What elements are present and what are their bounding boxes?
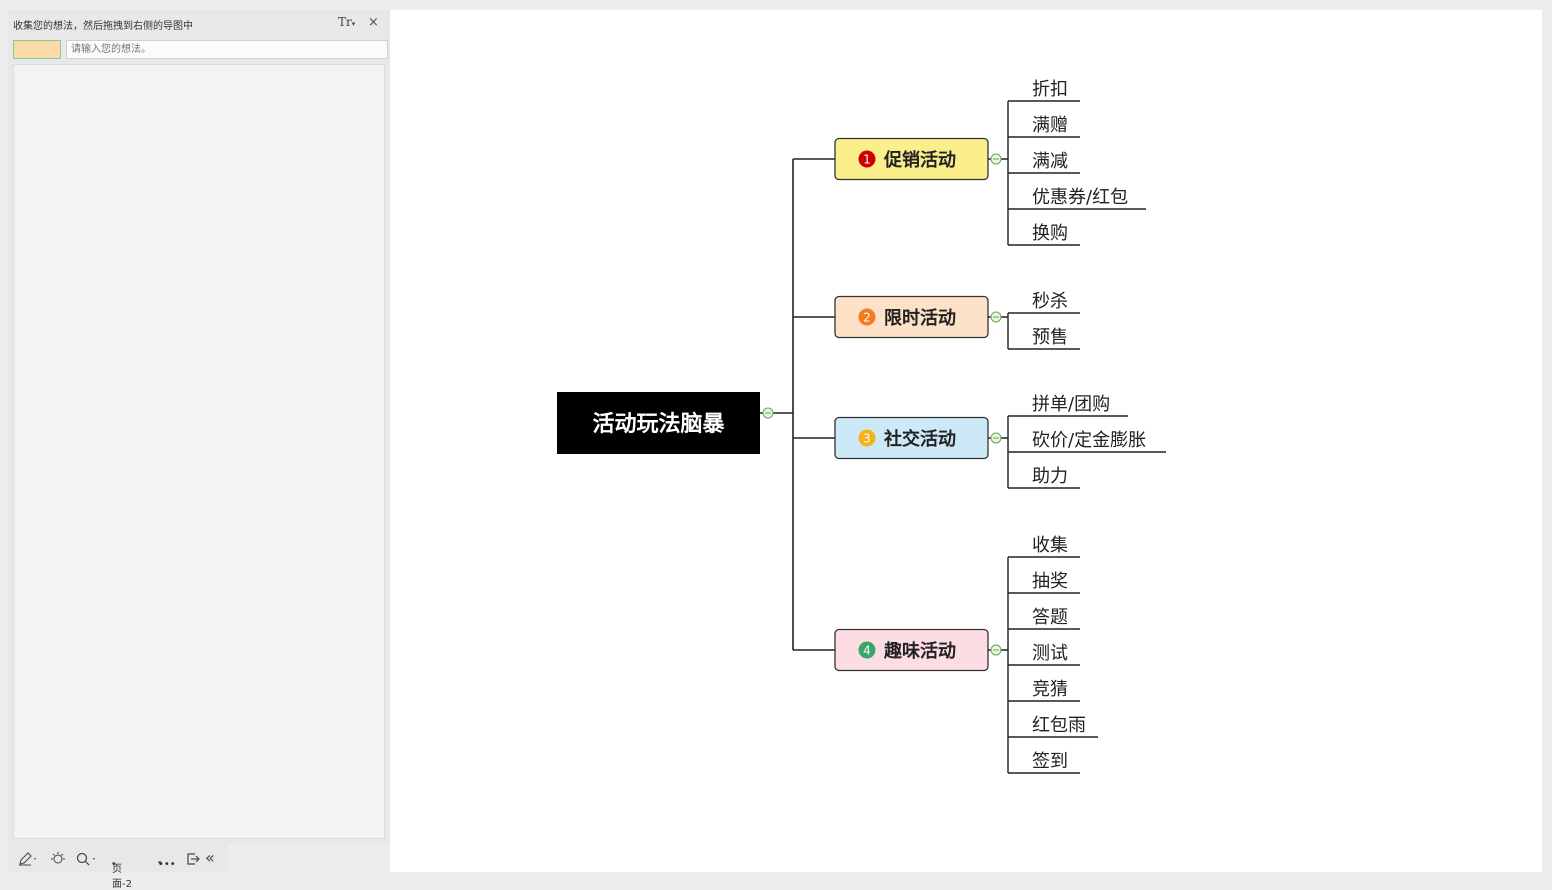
- leaf-node-label: 拼单/团购: [1032, 394, 1110, 415]
- leaf-node-label: 抽奖: [1032, 571, 1068, 592]
- leaf-node[interactable]: 红包雨: [1008, 715, 1098, 738]
- page-dropdown-arrow: ▾: [112, 860, 116, 868]
- more-dropdown-arrow: ▾: [158, 859, 162, 867]
- leaf-node-label: 换购: [1032, 223, 1068, 244]
- close-panel-button[interactable]: ×: [368, 15, 379, 30]
- leaf-node[interactable]: 换购: [1008, 223, 1080, 246]
- leaf-node[interactable]: 砍价/定金膨胀: [1008, 430, 1166, 453]
- leaf-node[interactable]: 秒杀: [1008, 291, 1080, 314]
- mindmap-canvas[interactable]: 活动玩法脑暴 1 促销活动 折扣满赠满减优惠券/红包 换购 2 限时活动 秒杀预售 3 社交活动 拼…: [390, 10, 1542, 872]
- idea-input[interactable]: [66, 40, 388, 59]
- leaf-node-label: 折扣: [1032, 79, 1068, 100]
- leaf-node[interactable]: 满减: [1008, 151, 1080, 174]
- idea-color-swatch[interactable]: [13, 40, 61, 59]
- pen-tool-button[interactable]: [18, 852, 38, 869]
- branch-node-label: 促销活动: [883, 149, 956, 171]
- leaf-node[interactable]: 满赠: [1008, 115, 1080, 138]
- bottom-toolbar: 页面-2 ▾ ••• ▾ «: [8, 845, 228, 890]
- root-node[interactable]: 活动玩法脑暴: [557, 392, 760, 454]
- leaf-node[interactable]: 测试: [1008, 643, 1080, 666]
- search-icon: [76, 852, 95, 866]
- leaf-node-label: 满减: [1032, 151, 1068, 172]
- leaf-node-label: 竞猜: [1032, 679, 1068, 700]
- branch-node-4[interactable]: 4 趣味活动: [834, 628, 989, 672]
- collapse-panel-button[interactable]: «: [205, 848, 215, 867]
- leaf-node-label: 收集: [1032, 535, 1068, 556]
- leaf-node[interactable]: 折扣: [1008, 79, 1080, 102]
- branch-node-label: 限时活动: [884, 307, 956, 329]
- priority-badge-number: 2: [863, 311, 871, 325]
- leaf-node-label: 预售: [1032, 327, 1068, 348]
- font-icon: Tr: [338, 15, 352, 29]
- branch-node-1[interactable]: 1 促销活动: [834, 137, 989, 181]
- leaf-node[interactable]: 助力: [1008, 466, 1080, 489]
- font-size-button[interactable]: Tr▾: [338, 15, 355, 29]
- leaf-node[interactable]: 收集: [1008, 535, 1080, 558]
- pen-icon: [19, 852, 36, 866]
- zoom-button[interactable]: [76, 852, 98, 869]
- leaf-node[interactable]: 预售: [1008, 327, 1080, 350]
- leaf-node[interactable]: 答题: [1008, 607, 1080, 630]
- priority-badge-number: 1: [863, 153, 871, 167]
- leaf-node[interactable]: 优惠券/红包: [1008, 187, 1146, 210]
- font-dropdown-arrow: ▾: [351, 20, 356, 28]
- mindmap-svg: 活动玩法脑暴 1 促销活动 折扣满赠满减优惠券/红包换购 2 限时活动 秒杀预售 3 社交活动 拼…: [557, 79, 1166, 774]
- leaf-node-label: 答题: [1032, 607, 1068, 628]
- branch-node-2[interactable]: 2 限时活动: [834, 295, 989, 339]
- idea-bulb-button[interactable]: [51, 852, 65, 869]
- idea-panel-header: 收集您的想法，然后拖拽到右侧的导图中 Tr▾ ×: [8, 10, 390, 36]
- leaf-node-label: 砍价/定金膨胀: [1032, 430, 1146, 451]
- leaf-node-label: 满赠: [1032, 115, 1068, 136]
- leaf-node[interactable]: 抽奖: [1008, 571, 1080, 594]
- export-button[interactable]: [186, 852, 200, 869]
- export-icon: [187, 853, 200, 865]
- leaf-node-label: 签到: [1032, 751, 1068, 772]
- leaf-node[interactable]: 拼单/团购: [1008, 394, 1128, 417]
- branch-node-label: 社交活动: [884, 428, 956, 450]
- leaf-node-label: 红包雨: [1032, 715, 1086, 736]
- branch-node-label: 趣味活动: [883, 640, 956, 662]
- idea-panel: 收集您的想法，然后拖拽到右侧的导图中 Tr▾ ×: [8, 10, 390, 845]
- root-node-label: 活动玩法脑暴: [592, 411, 725, 437]
- priority-badge-number: 4: [863, 644, 871, 658]
- idea-panel-title: 收集您的想法，然后拖拽到右侧的导图中: [13, 21, 193, 32]
- leaf-node[interactable]: 签到: [1008, 751, 1080, 774]
- leaf-node[interactable]: 竞猜: [1008, 679, 1080, 702]
- priority-badge-number: 3: [863, 432, 871, 446]
- idea-list[interactable]: [13, 64, 385, 839]
- leaf-node-label: 秒杀: [1032, 291, 1068, 312]
- bulb-icon: [51, 852, 65, 864]
- branch-node-3[interactable]: 3 社交活动: [834, 416, 989, 460]
- leaf-node-label: 测试: [1032, 643, 1068, 664]
- leaf-node-label: 助力: [1032, 466, 1068, 487]
- leaf-node-label: 优惠券/红包: [1032, 187, 1128, 208]
